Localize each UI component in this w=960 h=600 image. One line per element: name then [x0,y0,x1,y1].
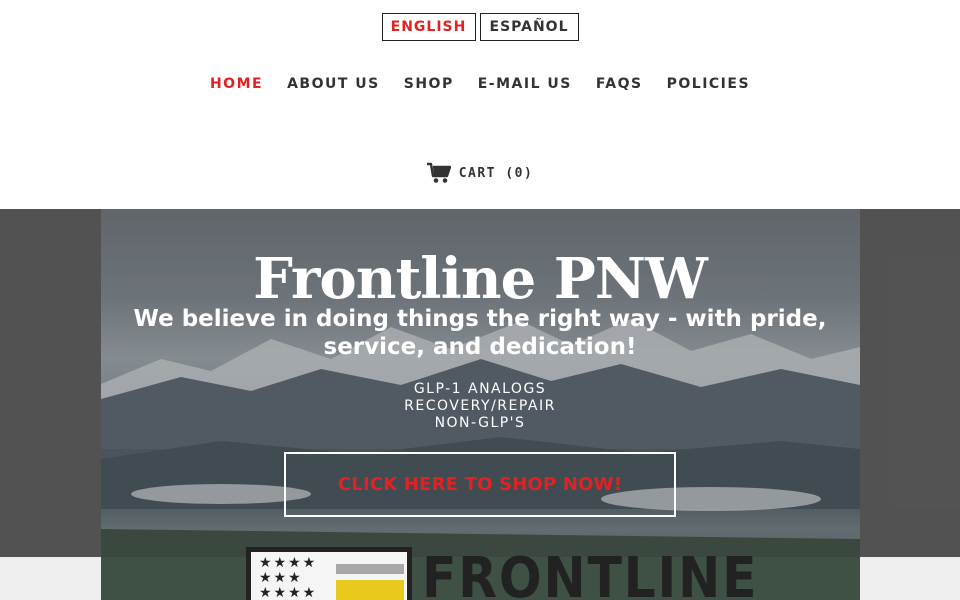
stars-icon: ★★★★ ★★★ ★★★★ [259,555,318,600]
product-category-list: GLP-1 ANALOGS RECOVERY/REPAIR NON-GLP'S [0,381,960,432]
nav-shop[interactable]: SHOP [404,74,454,94]
logo-wordmark: FRONTLINE [422,546,759,600]
category-glp1: GLP-1 ANALOGS [413,381,547,397]
main-nav: HOME ABOUT US SHOP E-MAIL US FAQS POLICI… [0,74,960,94]
shopping-cart-icon [426,162,451,183]
hero-title: Frontline PNW [253,246,708,312]
flag-stripe-gray [336,564,404,574]
frontline-logo: ★★★★ ★★★ ★★★★ FRONTLINE [246,547,757,600]
hero-section: Frontline PNW We believe in doing things… [0,209,960,600]
nav-about-us[interactable]: ABOUT US [287,74,380,94]
cart-link[interactable]: CART (0) [0,162,960,184]
hero-subtitle: We believe in doing things the right way… [133,306,827,360]
flag-stripe-yellow [336,580,404,600]
category-non-glp: NON-GLP'S [434,415,526,431]
shop-now-button[interactable]: CLICK HERE TO SHOP NOW! [284,452,676,517]
nav-home[interactable]: HOME [210,74,263,94]
nav-email-us[interactable]: E-MAIL US [478,74,572,94]
language-english-button[interactable]: ENGLISH [381,13,476,41]
nav-faqs[interactable]: FAQS [596,74,643,94]
nav-policies[interactable]: POLICIES [667,74,750,94]
language-spanish-button[interactable]: ESPAÑOL [479,13,579,41]
language-switcher: ENGLISH ESPAÑOL [0,13,960,41]
category-recovery: RECOVERY/REPAIR [404,398,556,414]
cart-label: CART (0) [458,165,534,181]
flag-emblem: ★★★★ ★★★ ★★★★ [246,547,412,600]
